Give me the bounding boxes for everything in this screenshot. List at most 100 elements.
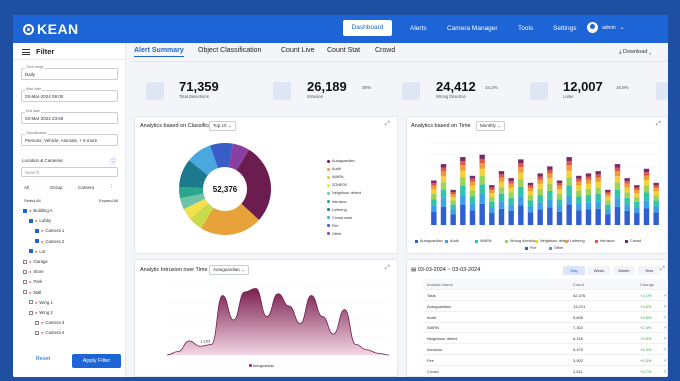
bar-segment[interactable] bbox=[508, 210, 514, 225]
bar-segment[interactable] bbox=[576, 190, 582, 197]
legend-item[interactable]: ZONE05 bbox=[327, 183, 347, 187]
bar-segment[interactable] bbox=[595, 171, 601, 175]
expand-icon[interactable]: ⤢ bbox=[656, 121, 661, 128]
table-row[interactable]: Total 52,376 +2.1% ↗ bbox=[423, 290, 668, 301]
bar-segment[interactable] bbox=[547, 169, 553, 174]
bar-segment[interactable] bbox=[595, 187, 601, 194]
bar-segment[interactable] bbox=[595, 193, 601, 202]
bar-segment[interactable] bbox=[556, 189, 563, 194]
brand-logo[interactable]: KEAN bbox=[23, 21, 79, 37]
tab-object-classification[interactable]: Object Classification bbox=[198, 47, 261, 54]
bar-segment[interactable] bbox=[634, 201, 640, 208]
legend-item[interactable]: Other bbox=[327, 232, 342, 236]
bar-segment[interactable] bbox=[460, 195, 466, 205]
bar-segment[interactable] bbox=[605, 196, 611, 201]
bar-segment[interactable] bbox=[643, 175, 650, 181]
bar-segment[interactable] bbox=[518, 167, 524, 173]
bar-segment[interactable] bbox=[489, 213, 495, 225]
bar-segment[interactable] bbox=[469, 175, 476, 179]
bar-segment[interactable] bbox=[614, 198, 621, 207]
bar-segment[interactable] bbox=[547, 166, 553, 170]
bar-segment[interactable] bbox=[479, 194, 485, 204]
tree-item[interactable]: ● Camera 3 bbox=[35, 320, 64, 325]
bar-segment[interactable] bbox=[498, 174, 505, 178]
bar-segment[interactable] bbox=[498, 187, 505, 194]
bar-segment[interactable] bbox=[469, 196, 476, 204]
bar-segment[interactable] bbox=[624, 187, 630, 193]
bar-segment[interactable] bbox=[605, 200, 611, 205]
bar-segment[interactable] bbox=[440, 176, 447, 183]
bar-segment[interactable] bbox=[537, 202, 543, 210]
area-analytic-select[interactable]: Autoguardian ⌄ bbox=[209, 265, 249, 275]
bar-segment[interactable] bbox=[460, 204, 466, 225]
bar-segment[interactable] bbox=[556, 199, 563, 206]
search-input[interactable]: Search bbox=[21, 167, 118, 177]
bar-segment[interactable] bbox=[585, 209, 592, 225]
nav-alerts[interactable]: Alerts bbox=[410, 25, 427, 32]
bar-segment[interactable] bbox=[440, 164, 447, 168]
bar-segment[interactable] bbox=[653, 195, 659, 201]
bar-segment[interactable] bbox=[440, 171, 447, 177]
bar-segment[interactable] bbox=[605, 194, 611, 197]
bar-segment[interactable] bbox=[566, 161, 572, 166]
bar-segment[interactable] bbox=[527, 185, 534, 188]
start-date-field[interactable]: Start date 03-Mar-2024 09:00 bbox=[21, 87, 118, 102]
tree-item[interactable]: ● Lot bbox=[29, 249, 45, 254]
bar-segment[interactable] bbox=[585, 179, 592, 184]
bar-segment[interactable] bbox=[566, 165, 572, 171]
apply-filter-button[interactable]: Apply Filter bbox=[72, 354, 121, 368]
bar-segment[interactable] bbox=[508, 197, 514, 205]
user-menu[interactable]: admin ⌄ bbox=[587, 22, 625, 33]
bar-segment[interactable] bbox=[469, 210, 476, 225]
bar-segment[interactable] bbox=[556, 211, 563, 225]
bar-segment[interactable] bbox=[614, 182, 621, 190]
tree-item[interactable]: ● Park bbox=[23, 279, 42, 284]
legend-item[interactable]: Audit bbox=[445, 239, 459, 243]
bar-segment[interactable] bbox=[489, 189, 495, 194]
bar-segment[interactable] bbox=[643, 185, 650, 193]
tree-item[interactable]: ● Building A bbox=[23, 208, 53, 213]
legend-item[interactable]: Autoguardian bbox=[415, 239, 443, 243]
bar-segment[interactable] bbox=[653, 191, 659, 196]
bar-segment[interactable] bbox=[556, 193, 563, 200]
bar-segment[interactable] bbox=[469, 185, 476, 191]
bar-segment[interactable] bbox=[537, 188, 543, 196]
bar-segment[interactable] bbox=[489, 185, 495, 188]
info-icon[interactable]: ⓘ bbox=[110, 157, 116, 166]
bar-segment[interactable] bbox=[595, 181, 601, 188]
bar-segment[interactable] bbox=[634, 185, 640, 188]
bar-segment[interactable] bbox=[479, 203, 485, 225]
bar-segment[interactable] bbox=[450, 214, 456, 225]
bar-segment[interactable] bbox=[624, 197, 630, 205]
legend-item[interactable]: Neighbour detect bbox=[535, 239, 569, 243]
checkbox[interactable] bbox=[23, 208, 27, 213]
bar-segment[interactable] bbox=[643, 180, 650, 186]
chip-all[interactable]: All bbox=[24, 185, 29, 190]
bar-segment[interactable] bbox=[556, 185, 563, 190]
bar-segment[interactable] bbox=[643, 192, 650, 201]
bar-segment[interactable] bbox=[585, 188, 592, 196]
tree-item[interactable]: ● Camera 1 bbox=[35, 228, 64, 233]
legend-item[interactable]: Loitering bbox=[327, 208, 347, 212]
checkbox[interactable] bbox=[29, 249, 33, 254]
bar-segment[interactable] bbox=[450, 204, 456, 210]
bar-segment[interactable] bbox=[518, 159, 524, 164]
bar-segment[interactable] bbox=[537, 176, 543, 180]
checkbox[interactable] bbox=[35, 228, 39, 233]
bar-segment[interactable] bbox=[585, 202, 592, 210]
bar-segment[interactable] bbox=[469, 190, 476, 197]
legend-item[interactable]: WARN bbox=[327, 175, 343, 179]
period-month-button[interactable]: Month bbox=[613, 266, 635, 275]
bar-segment[interactable] bbox=[440, 167, 447, 172]
bar-segment[interactable] bbox=[498, 208, 505, 225]
bar-segment[interactable] bbox=[556, 183, 563, 186]
bar-segment[interactable] bbox=[479, 175, 485, 185]
bar-segment[interactable] bbox=[537, 209, 543, 225]
tab-alert-summary[interactable]: Alert Summary bbox=[134, 47, 184, 57]
bar-segment[interactable] bbox=[605, 214, 611, 225]
checkbox[interactable] bbox=[29, 310, 33, 315]
tree-item[interactable]: ● Wing 2 bbox=[29, 310, 53, 315]
bar-segment[interactable] bbox=[547, 199, 553, 208]
bar-segment[interactable] bbox=[576, 210, 582, 225]
table-row[interactable]: Audit 9,845 +0.8% ↗ bbox=[423, 312, 668, 323]
